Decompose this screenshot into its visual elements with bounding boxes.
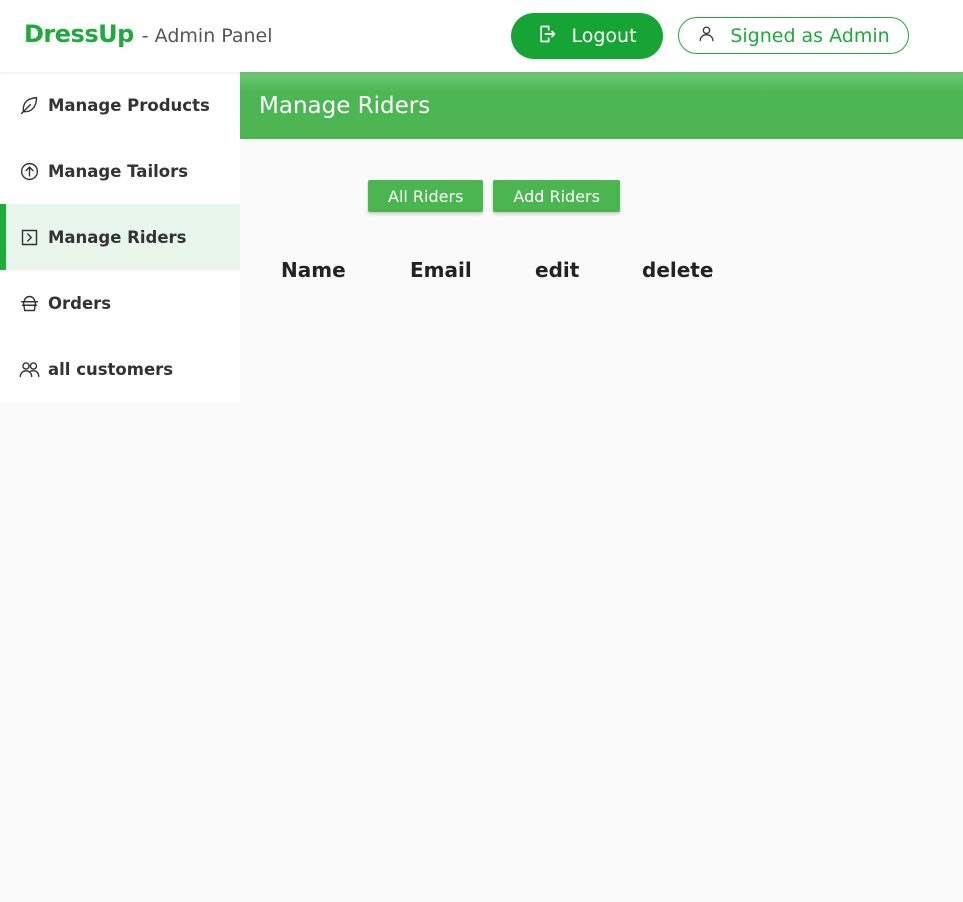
- main-content: Manage Riders All Riders Add Riders Name…: [240, 72, 963, 902]
- chevron-right-square-icon: [18, 226, 40, 248]
- sidebar-item-label: Manage Riders: [48, 227, 187, 247]
- rider-tabs: All Riders Add Riders: [368, 180, 620, 212]
- users-icon: [18, 358, 40, 380]
- sidebar-item-label: Manage Products: [48, 95, 210, 115]
- arrow-up-circle-icon: [18, 160, 40, 182]
- sidebar-item-label: all customers: [48, 359, 174, 379]
- brand-subtitle: - Admin Panel: [141, 25, 273, 47]
- leaf-icon: [18, 94, 40, 116]
- logout-icon: [537, 24, 557, 49]
- column-header-delete: delete: [642, 258, 714, 282]
- page-title: Manage Riders: [259, 92, 431, 119]
- sidebar-item-label: Manage Tailors: [48, 161, 189, 181]
- sidebar-item-manage-riders[interactable]: Manage Riders: [0, 204, 240, 270]
- logout-button[interactable]: Logout: [511, 13, 663, 59]
- column-header-email: Email: [410, 258, 472, 282]
- sidebar-item-label: Orders: [48, 293, 112, 313]
- user-icon: [697, 24, 716, 48]
- signed-in-user-button[interactable]: Signed as Admin: [678, 17, 909, 54]
- column-header-edit: edit: [535, 258, 580, 282]
- all-riders-button[interactable]: All Riders: [368, 180, 484, 212]
- sidebar-item-manage-tailors[interactable]: Manage Tailors: [0, 138, 240, 204]
- add-riders-button[interactable]: Add Riders: [493, 180, 620, 212]
- sidebar-item-orders[interactable]: Orders: [0, 270, 240, 336]
- brand[interactable]: DressUp - Admin Panel: [24, 20, 273, 48]
- basket-icon: [18, 292, 40, 314]
- brand-name[interactable]: DressUp: [24, 20, 134, 48]
- sidebar: Manage Products Manage Tailors Manage Ri…: [0, 72, 240, 402]
- logout-label: Logout: [571, 25, 637, 47]
- column-header-name: Name: [281, 258, 346, 282]
- signed-label: Signed as Admin: [730, 24, 890, 47]
- top-header: DressUp - Admin Panel Logout Signed as A…: [0, 0, 963, 72]
- page-title-bar: Manage Riders: [240, 72, 963, 139]
- sidebar-item-all-customers[interactable]: all customers: [0, 336, 240, 402]
- sidebar-item-manage-products[interactable]: Manage Products: [0, 72, 240, 138]
